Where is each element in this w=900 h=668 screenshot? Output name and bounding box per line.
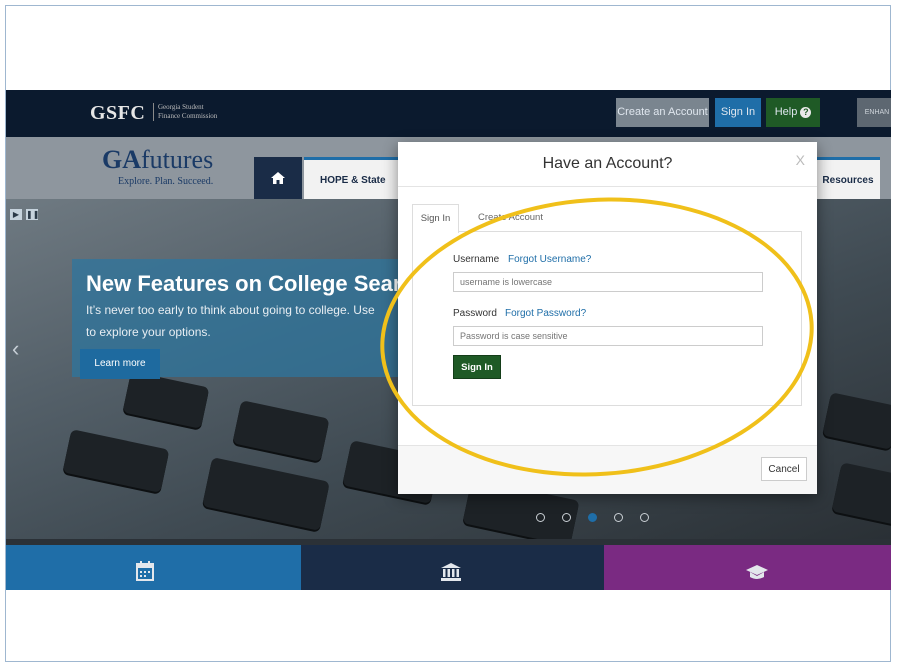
institution-tile[interactable] xyxy=(301,545,604,590)
gsfc-sub-line2: Finance Commission xyxy=(158,112,218,120)
modal-header: Have an Account? X xyxy=(398,142,817,187)
modal-footer: Cancel xyxy=(398,445,817,494)
learn-more-button[interactable]: Learn more xyxy=(80,349,160,379)
home-icon xyxy=(271,171,285,184)
carousel-dots xyxy=(536,509,666,527)
sign-in-button[interactable]: Sign In xyxy=(715,98,761,127)
username-label: Username xyxy=(453,254,500,265)
pause-icon[interactable]: ❚❚ xyxy=(26,209,39,220)
carousel-dot[interactable] xyxy=(562,513,571,522)
carousel-dot-active[interactable] xyxy=(588,513,597,522)
close-icon[interactable]: X xyxy=(796,152,805,168)
forgot-password-link[interactable]: Forgot Password? xyxy=(505,308,586,319)
hero-text-line1: It’s never too early to think about goin… xyxy=(86,303,375,317)
cancel-button[interactable]: Cancel xyxy=(761,457,807,481)
keyboard-key xyxy=(62,429,170,493)
password-label: Password xyxy=(453,308,497,319)
sign-in-modal: Have an Account? X Sign In Create Accoun… xyxy=(398,142,817,494)
carousel-dot[interactable] xyxy=(536,513,545,522)
tab-create-account[interactable]: Create Account xyxy=(478,204,568,232)
tab-sign-in[interactable]: Sign In xyxy=(412,204,459,233)
hero-text: It’s never too early to think about goin… xyxy=(86,299,386,343)
calendar-tile[interactable] xyxy=(6,545,301,590)
nav-tab-resources[interactable]: Resources xyxy=(816,157,880,202)
nav-home[interactable] xyxy=(254,157,302,199)
bank-icon xyxy=(441,563,461,581)
calendar-icon xyxy=(136,561,154,581)
carousel-dot[interactable] xyxy=(614,513,623,522)
hero-title: New Features on College Search xyxy=(86,271,428,296)
web-page: GSFC Georgia Student Finance Commission … xyxy=(6,90,891,590)
enhance-button[interactable]: ENHAN xyxy=(857,98,891,127)
sign-in-form: Username Forgot Username? Password Forgo… xyxy=(412,231,802,406)
keyboard-key xyxy=(232,400,330,462)
submit-sign-in-button[interactable]: Sign In xyxy=(453,355,501,379)
create-account-button[interactable]: Create an Account xyxy=(616,98,709,127)
help-button[interactable]: Help? xyxy=(766,98,820,127)
gafutures-logo[interactable]: GAfutures xyxy=(102,145,213,175)
keyboard-key xyxy=(822,392,891,450)
gsfc-sub-line1: Georgia Student xyxy=(158,103,204,111)
logo-ga: GA xyxy=(102,145,141,174)
help-label: Help xyxy=(774,106,798,118)
forgot-username-link[interactable]: Forgot Username? xyxy=(508,254,591,265)
logo-futures: futures xyxy=(141,145,214,174)
top-bar: GSFC Georgia Student Finance Commission … xyxy=(6,90,891,137)
nav-tab-hope[interactable]: HOPE & State Aid xyxy=(304,157,404,228)
carousel-dot[interactable] xyxy=(640,513,649,522)
chevron-left-icon[interactable]: ‹ xyxy=(12,336,19,362)
username-field[interactable] xyxy=(453,272,763,292)
keyboard-key xyxy=(202,457,330,531)
tagline: Explore. Plan. Succeed. xyxy=(118,176,214,187)
keyboard-key xyxy=(831,462,891,526)
question-icon: ? xyxy=(800,106,812,118)
play-icon[interactable]: ▶ xyxy=(10,209,22,220)
graduation-cap-icon xyxy=(746,565,768,579)
hero-text-line2: to explore your options. xyxy=(86,325,211,339)
modal-title: Have an Account? xyxy=(542,155,673,172)
gsfc-logo-subtitle: Georgia Student Finance Commission xyxy=(153,103,217,121)
password-field[interactable] xyxy=(453,326,763,346)
modal-tabs: Sign In Create Account xyxy=(412,204,802,233)
graduation-tile[interactable] xyxy=(604,545,891,590)
gsfc-logo[interactable]: GSFC xyxy=(90,102,145,125)
keyboard-key xyxy=(122,371,210,429)
